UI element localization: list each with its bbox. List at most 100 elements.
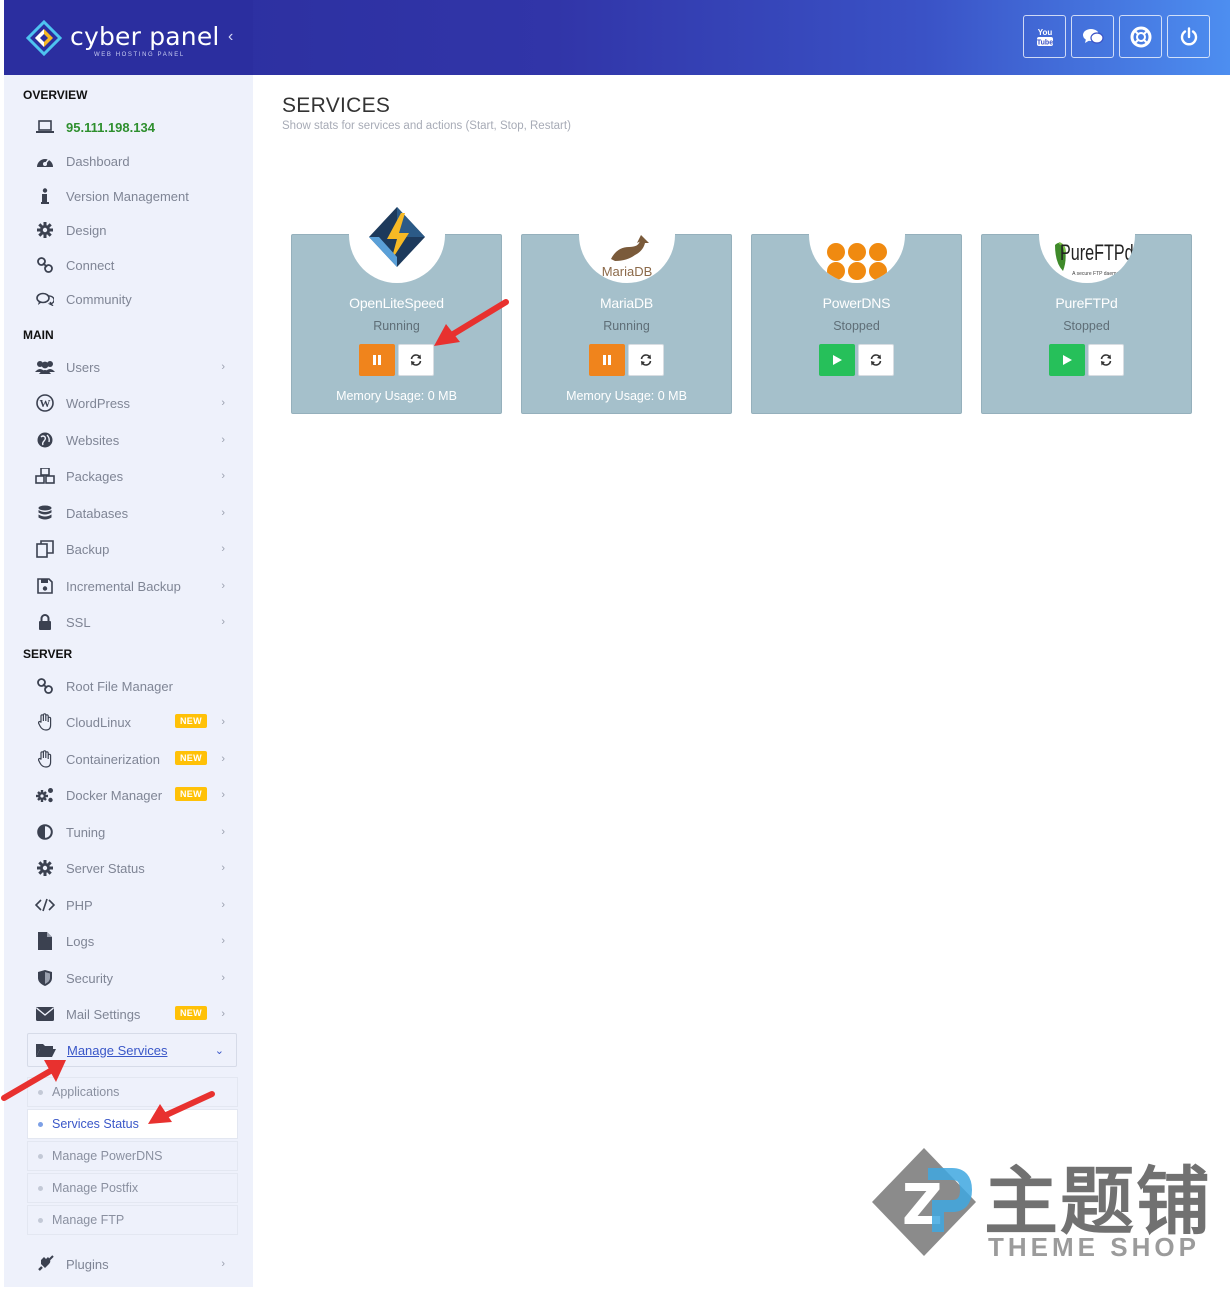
- restart-button[interactable]: [398, 344, 434, 376]
- sidebar-item-cloudlinux[interactable]: CloudLinux NEW ›: [27, 706, 237, 738]
- start-button[interactable]: [819, 344, 855, 376]
- service-name: PureFTPd: [1055, 295, 1118, 311]
- theme-shop-watermark: Z 主题铺 THEME SHOP: [866, 1140, 1211, 1270]
- chevron-right-icon: ›: [221, 935, 225, 947]
- shield-icon: [35, 968, 55, 988]
- page-subtitle: Show stats for services and actions (Sta…: [282, 120, 571, 132]
- sidebar-item-mail-settings[interactable]: Mail Settings NEW ›: [27, 998, 237, 1030]
- sidebar-item-label: Packages: [66, 468, 124, 484]
- power-icon[interactable]: [1167, 15, 1210, 58]
- sidebar-item-label: Backup: [66, 541, 110, 557]
- chevron-right-icon: ›: [221, 397, 225, 409]
- sidebar-item-wordpress[interactable]: W WordPress ›: [27, 387, 237, 419]
- service-card-pureftpd: PureFTPd A secure FTP daemon PureFTPd St…: [981, 199, 1192, 414]
- sidebar-item-php[interactable]: PHP ›: [27, 889, 237, 921]
- refresh-icon: [640, 354, 652, 366]
- sidebar-item-label: Docker Manager: [66, 787, 163, 803]
- sidebar-item-backup[interactable]: Backup ›: [27, 533, 237, 565]
- openlitespeed-logo: [349, 199, 445, 283]
- sidebar-item-packages[interactable]: Packages ›: [27, 460, 237, 492]
- brand[interactable]: cyber panel WEB HOSTING PANEL ‹: [4, 0, 253, 75]
- sidebar-item-tuning[interactable]: Tuning ›: [27, 816, 237, 848]
- save-icon: [35, 576, 55, 596]
- sidebar-item-incremental-backup[interactable]: Incremental Backup ›: [27, 570, 237, 602]
- sidebar-item-connect[interactable]: Connect: [27, 249, 237, 281]
- chevron-right-icon: ›: [221, 899, 225, 911]
- stop-button[interactable]: [359, 344, 395, 376]
- submenu-item-manage-powerdns[interactable]: Manage PowerDNS: [27, 1141, 238, 1171]
- submenu-item-label: Manage PowerDNS: [52, 1149, 163, 1163]
- comments-icon: [35, 289, 55, 309]
- restart-button[interactable]: [628, 344, 664, 376]
- sidebar-item-security[interactable]: Security ›: [27, 962, 237, 994]
- chevron-right-icon: ›: [221, 543, 225, 555]
- pureftpd-logo: PureFTPd A secure FTP daemon: [1039, 199, 1135, 283]
- cyberpanel-logo-icon: [26, 20, 62, 56]
- sidebar-item-label: SSL: [66, 614, 91, 630]
- link-icon: [35, 255, 55, 275]
- sidebar-item-logs[interactable]: Logs ›: [27, 925, 237, 957]
- cubes-icon: [35, 466, 55, 486]
- bullet-icon: [38, 1185, 43, 1191]
- stop-button[interactable]: [589, 344, 625, 376]
- sidebar-item-community[interactable]: Community: [27, 283, 237, 315]
- envelope-icon: [35, 1004, 55, 1024]
- sidebar-item-websites[interactable]: Websites ›: [27, 424, 237, 456]
- brand-name: cyber panel: [70, 22, 220, 51]
- memory-usage: Memory Usage: 0 MB: [566, 389, 687, 403]
- sidebar-item-label: CloudLinux: [66, 714, 132, 730]
- gear-icon: [35, 858, 55, 878]
- gear-icon: [35, 220, 55, 240]
- sidebar-item-label: Version Management: [66, 188, 189, 204]
- bullet-icon: [38, 1153, 43, 1159]
- sidebar-item-design[interactable]: Design: [27, 214, 237, 246]
- new-badge: NEW: [175, 751, 207, 765]
- sidebar-item-databases[interactable]: Databases ›: [27, 497, 237, 529]
- mariadb-logo: MariaDB: [579, 199, 675, 283]
- start-button[interactable]: [1049, 344, 1085, 376]
- pureftpd-logo-text: PureFTPd: [1060, 242, 1134, 266]
- sidebar-item-ip-address[interactable]: 95.111.198.134: [27, 111, 237, 143]
- sidebar-item-containerization[interactable]: Containerization NEW ›: [27, 743, 237, 775]
- play-icon: [1063, 355, 1072, 365]
- service-card-mariadb: MariaDB MariaDB Running Memory Usage: 0 …: [521, 199, 732, 414]
- sidebar-collapse-button[interactable]: ‹: [228, 28, 233, 46]
- half-circle-icon: [35, 822, 55, 842]
- sidebar-item-label: 95.111.198.134: [66, 119, 155, 135]
- annotation-arrow-restart: [434, 299, 509, 346]
- section-label-server: SERVER: [23, 647, 73, 661]
- app-root: You Tube cyber panel WEB HOSTING PANEL ‹ …: [0, 0, 1230, 1296]
- play-icon: [833, 355, 842, 365]
- submenu-item-manage-ftp[interactable]: Manage FTP: [27, 1205, 238, 1235]
- sidebar-item-docker-manager[interactable]: Docker Manager NEW ›: [27, 779, 237, 811]
- sidebar-item-server-status[interactable]: Server Status ›: [27, 852, 237, 884]
- youtube-icon[interactable]: You Tube: [1023, 15, 1066, 58]
- chevron-right-icon: ›: [221, 753, 225, 765]
- restart-button[interactable]: [1088, 344, 1124, 376]
- submenu-item-manage-postfix[interactable]: Manage Postfix: [27, 1173, 238, 1203]
- mariadb-logo-text: MariaDB: [602, 264, 653, 279]
- service-actions: [522, 344, 731, 376]
- service-status: Stopped: [833, 319, 880, 333]
- sidebar-item-dashboard[interactable]: Dashboard: [27, 145, 237, 177]
- sidebar-item-users[interactable]: Users ›: [27, 351, 237, 383]
- chevron-right-icon: ›: [221, 1258, 225, 1270]
- plug-icon: [35, 1254, 55, 1274]
- service-actions: [752, 344, 961, 376]
- chat-icon[interactable]: [1071, 15, 1114, 58]
- refresh-icon: [1100, 354, 1112, 366]
- dashboard-icon: [35, 151, 55, 171]
- sidebar-item-label: Community: [66, 291, 132, 307]
- annotation-arrow-services-status: [148, 1091, 215, 1124]
- submenu-item-label: Manage FTP: [52, 1213, 125, 1227]
- sidebar-item-version-management[interactable]: Version Management: [27, 180, 237, 212]
- sidebar-item-label: Tuning: [66, 824, 106, 840]
- support-icon[interactable]: [1119, 15, 1162, 58]
- laptop-icon: [35, 117, 55, 137]
- new-badge: NEW: [175, 787, 207, 801]
- sidebar-item-root-file-manager[interactable]: Root File Manager: [27, 670, 237, 702]
- page-title: SERVICES: [282, 94, 391, 117]
- sidebar-item-plugins[interactable]: Plugins ›: [27, 1248, 237, 1280]
- sidebar-item-ssl[interactable]: SSL ›: [27, 606, 237, 638]
- restart-button[interactable]: [858, 344, 894, 376]
